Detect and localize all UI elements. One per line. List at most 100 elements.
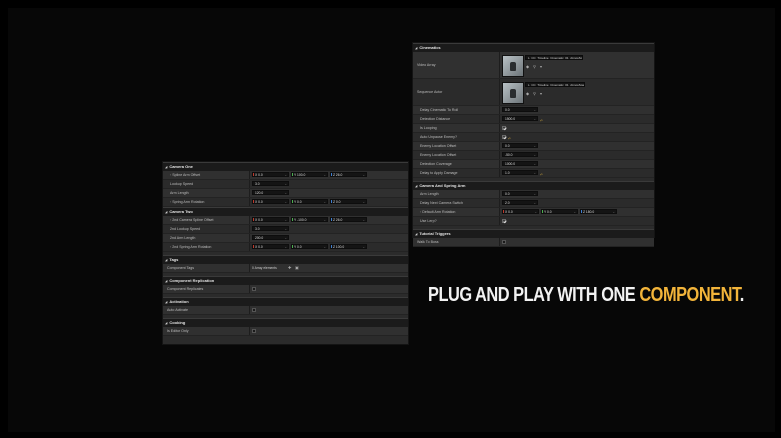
section-component-replication[interactable]: ◢ Component Replication (163, 276, 408, 285)
collapse-arrow-icon[interactable]: ◢ (165, 208, 167, 216)
axis-marker (542, 210, 543, 213)
add-icon[interactable]: ✚ (288, 264, 291, 272)
dropdown-icon[interactable]: ▾ (540, 63, 542, 71)
2nd-lookup-speed-field[interactable]: 3.0 ⌄ (252, 226, 289, 231)
delay-cinematic-to-roll-field[interactable]: 0.0 ⌄ (502, 107, 538, 112)
dropdown-icon[interactable]: ⌄ (533, 153, 536, 156)
dropdown-icon[interactable]: ⌄ (284, 200, 287, 203)
2nd-arm-length-field[interactable]: 200.0 ⌄ (252, 235, 289, 240)
vector-x-field[interactable]: X 0.0 ⌄ (502, 209, 539, 214)
is-looping-checkbox[interactable] (502, 125, 506, 130)
auto-unpause-enemy-checkbox[interactable] (502, 134, 506, 139)
vector-z-field[interactable]: Z 180.0 ⌄ (580, 209, 617, 214)
dropdown-icon[interactable]: ⌄ (533, 108, 536, 111)
reset-arrow-icon[interactable]: ↶ (540, 171, 543, 179)
dropdown-icon[interactable]: ⌄ (573, 210, 576, 213)
delay-next-camera-switch-field[interactable]: 2.0 ⌄ (502, 200, 538, 205)
component-replicates-row: Component Replicates (163, 285, 408, 294)
dropdown-icon[interactable]: ⌄ (323, 200, 326, 203)
vector-x-field[interactable]: X 0.0 ⌄ (252, 217, 289, 222)
vector-y-field[interactable]: Y 100.0 ⌄ (291, 172, 328, 177)
section-tutorial-triggers[interactable]: ◢ Tutorial Triggers (413, 229, 654, 238)
vector-z-field[interactable]: Z 100.0 ⌄ (330, 244, 367, 249)
dropdown-icon[interactable]: ⌄ (362, 218, 365, 221)
section-camera-one[interactable]: ◢ Camera One (163, 162, 408, 171)
column-divider (249, 225, 250, 233)
sequence-thumbnail[interactable] (502, 82, 524, 104)
dropdown-icon[interactable]: ⌄ (533, 117, 536, 120)
enemy-location-offset-field[interactable]: 0.0 ⌄ (502, 143, 538, 148)
collapse-arrow-icon[interactable]: ◢ (165, 298, 167, 306)
collapse-arrow-icon[interactable]: ◢ (165, 256, 167, 264)
vector-z-field[interactable]: Z 0.0 ⌄ (330, 199, 367, 204)
collapse-arrow-icon[interactable]: ◢ (415, 182, 417, 190)
dropdown-icon[interactable]: ⌄ (284, 218, 287, 221)
collapse-arrow-icon[interactable]: ◢ (415, 44, 417, 52)
component-replicates-checkbox[interactable] (252, 286, 256, 291)
section-camera-two[interactable]: ◢ Camera Two (163, 207, 408, 216)
is-editor-only-checkbox[interactable] (252, 328, 256, 333)
section-cooking[interactable]: ◢ Cooking (163, 318, 408, 327)
dropdown-icon[interactable]: ⌄ (612, 210, 615, 213)
video-thumbnail[interactable] (502, 55, 524, 77)
walk-to-boss-checkbox[interactable] (502, 239, 506, 244)
dropdown-icon[interactable]: ⌄ (284, 245, 287, 248)
search-icon[interactable]: ⚲ (533, 90, 536, 98)
dropdown-icon[interactable]: ⌄ (284, 191, 287, 194)
auto-activate-checkbox[interactable] (252, 307, 256, 312)
dropdown-icon[interactable]: ⌄ (533, 162, 536, 165)
section-camera-spring-arm[interactable]: ◢ Camera And Spring Arm (413, 181, 654, 190)
vector-y-field[interactable]: Y 0.0 ⌄ (291, 199, 328, 204)
vector-y-field[interactable]: Y -100.0 ⌄ (291, 217, 328, 222)
arm-length-field[interactable]: 0.0 ⌄ (502, 191, 538, 196)
delay-to-apply-damage-field[interactable]: 1.0 ⌄ (502, 170, 538, 175)
dropdown-icon[interactable]: ⌄ (362, 245, 365, 248)
dropdown-icon[interactable]: ⌄ (533, 171, 536, 174)
collapse-arrow-icon[interactable]: ◢ (165, 163, 167, 171)
collapse-arrow-icon[interactable]: ◢ (415, 230, 417, 238)
section-tags[interactable]: ◢ Tags (163, 255, 408, 264)
auto-unpause-enemy-label: Auto Unpause Enemy? (420, 135, 457, 139)
section-activation[interactable]: ◢ Activation (163, 297, 408, 306)
column-divider (499, 238, 500, 246)
dropdown-icon[interactable]: ▾ (540, 90, 542, 98)
dropdown-icon[interactable]: ⌄ (284, 182, 287, 185)
enemy-location-offset-field[interactable]: -50.0 ⌄ (502, 152, 538, 157)
dropdown-icon[interactable]: ⌄ (533, 144, 536, 147)
dropdown-icon[interactable]: ⌄ (362, 173, 365, 176)
detection-coverage-field[interactable]: 1000.0 ⌄ (502, 161, 538, 166)
sequence-asset-picker[interactable]: L_CC_Timeline_Cinematic_01_AtmosSpace_d (525, 82, 585, 87)
browse-icon[interactable]: ◆ (526, 63, 529, 71)
dropdown-icon[interactable]: ⌄ (323, 245, 326, 248)
vector-x-field[interactable]: X 0.0 ⌄ (252, 199, 289, 204)
vector-z-field[interactable]: Z 26.0 ⌄ (330, 172, 367, 177)
arm-length-field[interactable]: 120.0 ⌄ (252, 190, 289, 195)
collapse-arrow-icon[interactable]: ◢ (165, 319, 167, 327)
detection-distance-field[interactable]: 1500.0 ⌄ (502, 116, 538, 121)
delay-to-apply-damage-row: Delay to Apply Damage 1.0 ⌄ ↶ (413, 169, 654, 178)
vector-x-field[interactable]: X 0.0 ⌄ (252, 244, 289, 249)
browse-icon[interactable]: ◆ (526, 90, 529, 98)
dropdown-icon[interactable]: ⌄ (533, 201, 536, 204)
use-lerp-checkbox[interactable] (502, 218, 506, 223)
lookup-speed-field[interactable]: 3.0 ⌄ (252, 181, 289, 186)
axis-marker (292, 245, 293, 248)
column-divider (499, 79, 500, 105)
dropdown-icon[interactable]: ⌄ (284, 227, 287, 230)
dropdown-icon[interactable]: ⌄ (323, 173, 326, 176)
dropdown-icon[interactable]: ⌄ (284, 173, 287, 176)
dropdown-icon[interactable]: ⌄ (284, 236, 287, 239)
dropdown-icon[interactable]: ⌄ (533, 192, 536, 195)
vector-z-field[interactable]: Z 26.0 ⌄ (330, 217, 367, 222)
dropdown-icon[interactable]: ⌄ (534, 210, 537, 213)
video-asset-picker[interactable]: L_CC_Timeline_Cinematic_01_AtmosSpace (525, 55, 583, 60)
collapse-arrow-icon[interactable]: ◢ (165, 277, 167, 285)
dropdown-icon[interactable]: ⌄ (362, 200, 365, 203)
dropdown-icon[interactable]: ⌄ (323, 218, 326, 221)
section-cinematics[interactable]: ◢ Cinematics (413, 43, 654, 52)
search-icon[interactable]: ⚲ (533, 63, 536, 71)
vector-y-field[interactable]: Y 0.0 ⌄ (541, 209, 578, 214)
trash-icon[interactable]: ▣ (295, 264, 299, 272)
vector-x-field[interactable]: X 0.0 ⌄ (252, 172, 289, 177)
vector-y-field[interactable]: Y 0.0 ⌄ (291, 244, 328, 249)
